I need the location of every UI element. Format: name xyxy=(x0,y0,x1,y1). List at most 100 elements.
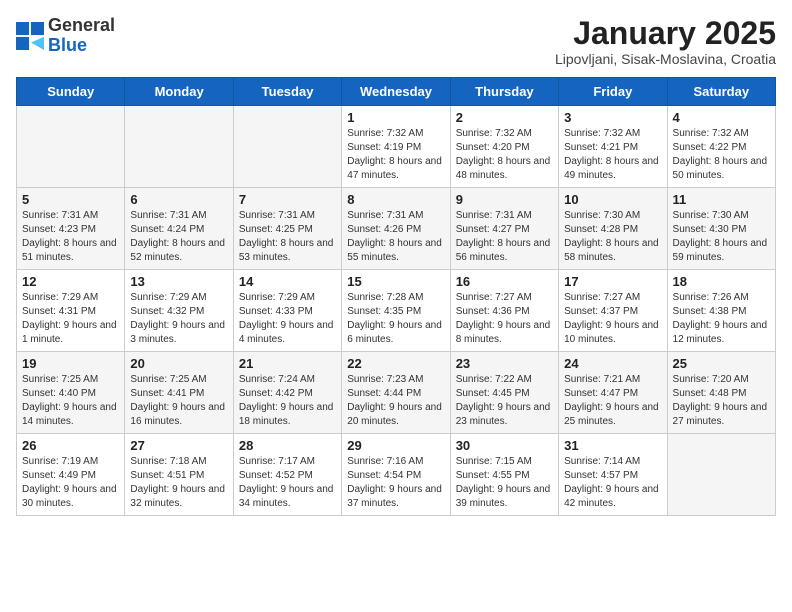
calendar-day-cell: 17 Sunrise: 7:27 AM Sunset: 4:37 PM Dayli… xyxy=(559,270,667,352)
day-info: Sunrise: 7:26 AM Sunset: 4:38 PM Dayligh… xyxy=(673,291,770,347)
calendar-day-cell xyxy=(125,106,233,188)
logo-blue-text: Blue xyxy=(48,35,87,55)
logo-icon xyxy=(16,22,44,50)
calendar-day-cell: 3Sunrise: 7:32 AM Sunset: 4:21 PM Daylig… xyxy=(559,106,667,188)
calendar-day-cell: 20 Sunrise: 7:25 AM Sunset: 4:41 PM Dayli… xyxy=(125,352,233,434)
calendar-day-cell: 30 Sunrise: 7:15 AM Sunset: 4:55 PM Dayli… xyxy=(450,434,558,516)
calendar-week-row: 26 Sunrise: 7:19 AM Sunset: 4:49 PM Dayli… xyxy=(17,434,776,516)
day-info: Sunrise: 7:27 AM Sunset: 4:37 PM Dayligh… xyxy=(564,291,661,347)
day-info: Sunrise: 7:31 AM Sunset: 4:24 PM Dayligh… xyxy=(130,209,227,265)
day-number: 8 xyxy=(347,192,444,207)
day-info: Sunrise: 7:30 AM Sunset: 4:28 PM Dayligh… xyxy=(564,209,661,265)
day-number: 3 xyxy=(564,110,661,125)
day-number: 7 xyxy=(239,192,336,207)
day-info: Sunrise: 7:23 AM Sunset: 4:44 PM Dayligh… xyxy=(347,373,444,429)
calendar-day-cell: 16 Sunrise: 7:27 AM Sunset: 4:36 PM Dayli… xyxy=(450,270,558,352)
day-of-week-header: Saturday xyxy=(667,78,775,106)
day-number: 22 xyxy=(347,356,444,371)
calendar-day-cell: 9Sunrise: 7:31 AM Sunset: 4:27 PM Daylig… xyxy=(450,188,558,270)
day-number: 10 xyxy=(564,192,661,207)
day-info: Sunrise: 7:29 AM Sunset: 4:33 PM Dayligh… xyxy=(239,291,336,347)
calendar-day-cell: 14 Sunrise: 7:29 AM Sunset: 4:33 PM Dayli… xyxy=(233,270,341,352)
day-info: Sunrise: 7:22 AM Sunset: 4:45 PM Dayligh… xyxy=(456,373,553,429)
day-number: 28 xyxy=(239,438,336,453)
calendar-day-cell: 28 Sunrise: 7:17 AM Sunset: 4:52 PM Dayli… xyxy=(233,434,341,516)
day-number: 27 xyxy=(130,438,227,453)
day-number: 2 xyxy=(456,110,553,125)
day-number: 11 xyxy=(673,192,770,207)
day-number: 14 xyxy=(239,274,336,289)
calendar-day-cell: 29Sunrise: 7:16 AM Sunset: 4:54 PM Dayli… xyxy=(342,434,450,516)
location-subtitle: Lipovljani, Sisak-Moslavina, Croatia xyxy=(555,51,776,67)
day-number: 6 xyxy=(130,192,227,207)
day-info: Sunrise: 7:18 AM Sunset: 4:51 PM Dayligh… xyxy=(130,455,227,511)
day-number: 20 xyxy=(130,356,227,371)
day-number: 17 xyxy=(564,274,661,289)
day-info: Sunrise: 7:21 AM Sunset: 4:47 PM Dayligh… xyxy=(564,373,661,429)
month-title: January 2025 xyxy=(555,16,776,51)
day-number: 31 xyxy=(564,438,661,453)
calendar-day-cell: 2 Sunrise: 7:32 AM Sunset: 4:20 PM Daylig… xyxy=(450,106,558,188)
calendar-day-cell: 22 Sunrise: 7:23 AM Sunset: 4:44 PM Dayli… xyxy=(342,352,450,434)
day-number: 12 xyxy=(22,274,119,289)
day-number: 26 xyxy=(22,438,119,453)
logo-text: General Blue xyxy=(48,16,115,56)
calendar-day-cell: 18Sunrise: 7:26 AM Sunset: 4:38 PM Dayli… xyxy=(667,270,775,352)
calendar-week-row: 19Sunrise: 7:25 AM Sunset: 4:40 PM Dayli… xyxy=(17,352,776,434)
day-info: Sunrise: 7:20 AM Sunset: 4:48 PM Dayligh… xyxy=(673,373,770,429)
day-info: Sunrise: 7:31 AM Sunset: 4:26 PM Dayligh… xyxy=(347,209,444,265)
day-of-week-header: Friday xyxy=(559,78,667,106)
calendar-day-cell: 7 Sunrise: 7:31 AM Sunset: 4:25 PM Daylig… xyxy=(233,188,341,270)
day-of-week-header: Sunday xyxy=(17,78,125,106)
day-info: Sunrise: 7:32 AM Sunset: 4:20 PM Dayligh… xyxy=(456,127,553,183)
calendar-day-cell: 27 Sunrise: 7:18 AM Sunset: 4:51 PM Dayli… xyxy=(125,434,233,516)
day-info: Sunrise: 7:19 AM Sunset: 4:49 PM Dayligh… xyxy=(22,455,119,511)
day-info: Sunrise: 7:24 AM Sunset: 4:42 PM Dayligh… xyxy=(239,373,336,429)
day-number: 24 xyxy=(564,356,661,371)
logo: General Blue xyxy=(16,16,115,56)
calendar-day-cell: 23 Sunrise: 7:22 AM Sunset: 4:45 PM Dayli… xyxy=(450,352,558,434)
calendar-week-row: 5Sunrise: 7:31 AM Sunset: 4:23 PM Daylig… xyxy=(17,188,776,270)
day-of-week-header: Thursday xyxy=(450,78,558,106)
day-number: 23 xyxy=(456,356,553,371)
page-header: General Blue January 2025 Lipovljani, Si… xyxy=(16,16,776,67)
day-info: Sunrise: 7:25 AM Sunset: 4:41 PM Dayligh… xyxy=(130,373,227,429)
day-number: 16 xyxy=(456,274,553,289)
calendar-day-cell: 31 Sunrise: 7:14 AM Sunset: 4:57 PM Dayli… xyxy=(559,434,667,516)
calendar-day-cell xyxy=(667,434,775,516)
calendar-day-cell: 11 Sunrise: 7:30 AM Sunset: 4:30 PM Dayli… xyxy=(667,188,775,270)
day-info: Sunrise: 7:17 AM Sunset: 4:52 PM Dayligh… xyxy=(239,455,336,511)
day-number: 1 xyxy=(347,110,444,125)
calendar-day-cell xyxy=(17,106,125,188)
day-number: 21 xyxy=(239,356,336,371)
calendar-week-row: 1 Sunrise: 7:32 AM Sunset: 4:19 PM Daylig… xyxy=(17,106,776,188)
day-number: 13 xyxy=(130,274,227,289)
day-number: 4 xyxy=(673,110,770,125)
calendar-day-cell: 1 Sunrise: 7:32 AM Sunset: 4:19 PM Daylig… xyxy=(342,106,450,188)
calendar-header-row: SundayMondayTuesdayWednesdayThursdayFrid… xyxy=(17,78,776,106)
day-info: Sunrise: 7:30 AM Sunset: 4:30 PM Dayligh… xyxy=(673,209,770,265)
calendar-day-cell xyxy=(233,106,341,188)
day-info: Sunrise: 7:29 AM Sunset: 4:32 PM Dayligh… xyxy=(130,291,227,347)
calendar-day-cell: 4Sunrise: 7:32 AM Sunset: 4:22 PM Daylig… xyxy=(667,106,775,188)
day-info: Sunrise: 7:14 AM Sunset: 4:57 PM Dayligh… xyxy=(564,455,661,511)
day-number: 25 xyxy=(673,356,770,371)
day-info: Sunrise: 7:27 AM Sunset: 4:36 PM Dayligh… xyxy=(456,291,553,347)
day-number: 29 xyxy=(347,438,444,453)
day-number: 30 xyxy=(456,438,553,453)
logo-general-text: General xyxy=(48,15,115,35)
calendar-day-cell: 21 Sunrise: 7:24 AM Sunset: 4:42 PM Dayli… xyxy=(233,352,341,434)
calendar-day-cell: 15Sunrise: 7:28 AM Sunset: 4:35 PM Dayli… xyxy=(342,270,450,352)
day-info: Sunrise: 7:15 AM Sunset: 4:55 PM Dayligh… xyxy=(456,455,553,511)
day-of-week-header: Wednesday xyxy=(342,78,450,106)
day-info: Sunrise: 7:32 AM Sunset: 4:19 PM Dayligh… xyxy=(347,127,444,183)
calendar-day-cell: 8 Sunrise: 7:31 AM Sunset: 4:26 PM Daylig… xyxy=(342,188,450,270)
calendar-week-row: 12Sunrise: 7:29 AM Sunset: 4:31 PM Dayli… xyxy=(17,270,776,352)
day-info: Sunrise: 7:25 AM Sunset: 4:40 PM Dayligh… xyxy=(22,373,119,429)
day-number: 9 xyxy=(456,192,553,207)
calendar-day-cell: 13 Sunrise: 7:29 AM Sunset: 4:32 PM Dayli… xyxy=(125,270,233,352)
day-of-week-header: Tuesday xyxy=(233,78,341,106)
day-info: Sunrise: 7:31 AM Sunset: 4:25 PM Dayligh… xyxy=(239,209,336,265)
calendar-day-cell: 12Sunrise: 7:29 AM Sunset: 4:31 PM Dayli… xyxy=(17,270,125,352)
calendar-day-cell: 26 Sunrise: 7:19 AM Sunset: 4:49 PM Dayli… xyxy=(17,434,125,516)
